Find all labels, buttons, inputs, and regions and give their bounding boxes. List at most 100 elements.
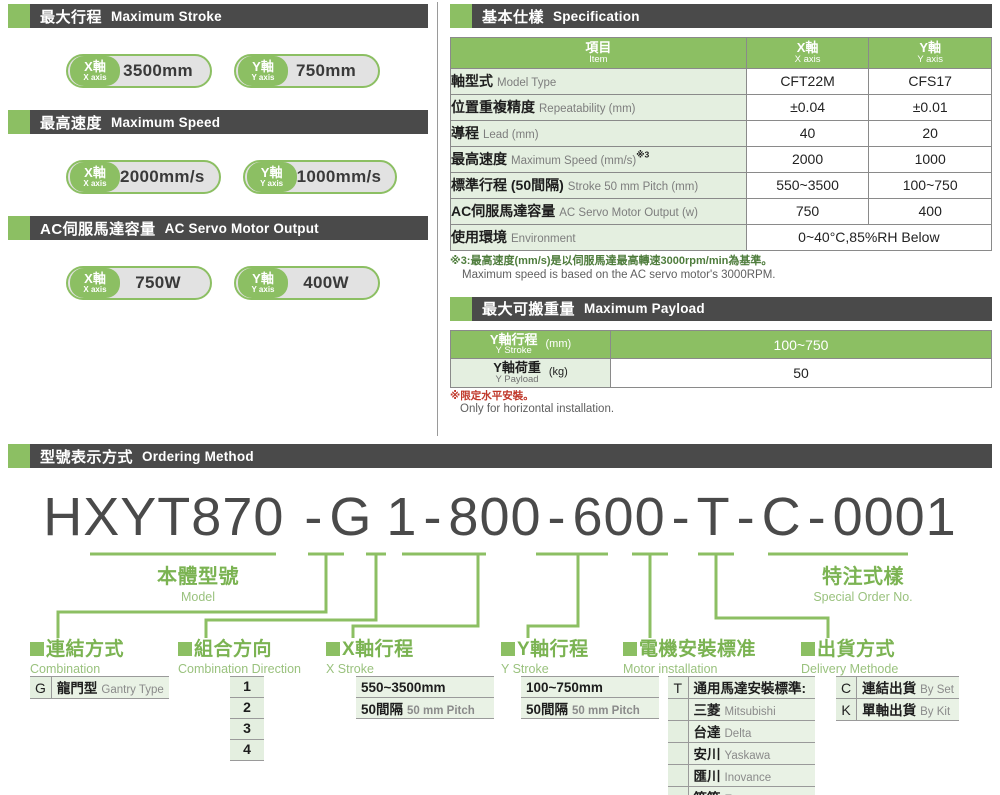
combination-option-row[interactable]: G 龍門型 Gantry Type (30, 676, 169, 699)
group-label-direction: 組合方向 Combination Direction (178, 634, 301, 676)
table-header-row: 項目 Item X軸 X axis Y軸 Y axis (450, 37, 992, 69)
table-row: 導程 Lead (mm) 40 20 (450, 119, 992, 147)
col-header-x-axis: X軸 X axis (745, 37, 870, 69)
delivery-option-row[interactable]: C 連結出貨 By Set (836, 676, 960, 699)
code-x-stroke: 800 (448, 487, 542, 547)
group-label-model-en: Model (180, 590, 216, 604)
motor-option-desc: 匯川 Inovance (688, 764, 815, 787)
direction-option-row[interactable]: 4 (230, 739, 264, 761)
direction-option-value: 3 (230, 718, 264, 740)
specification-note: ※3:最高速度(mm/s)是以伺服馬達最高轉速3000rpm/min為基準。 M… (450, 255, 992, 283)
motor-option-row[interactable]: .台達Delta (668, 720, 815, 743)
payload-label-cell: Y軸荷重 Y Payload (kg) (450, 358, 611, 388)
motor-option-row[interactable]: .安川Yaskawa (668, 742, 815, 765)
motor-option-key: . (668, 720, 689, 743)
right-column: 基本仕樣 Specification 項目 Item X軸 X axis Y軸 (450, 4, 993, 415)
table-row: 最高速度 Maximum Speed (mm/s)※3 2000 1000 (450, 145, 992, 173)
y-stroke-value: 750mm (295, 61, 357, 80)
code-dash-4: - (671, 487, 691, 547)
section-title-en: Maximum Stroke (111, 8, 222, 24)
delivery-option-key: K (836, 698, 858, 721)
spec-item-en: Repeatability (mm) (539, 103, 636, 116)
spec-item-en: AC Servo Motor Output (w) (559, 207, 698, 220)
delivery-option-key: C (836, 676, 858, 699)
x-axis-badge-cn: X軸 (84, 271, 106, 286)
ordering-diagram: HXYT870- G 1-800-600- T - C -0001 本體型號 M… (8, 468, 992, 795)
spec-value-x: 550~3500 (745, 171, 870, 199)
spec-item-en: Maximum Speed (mm/s) (511, 155, 637, 168)
bullet-square-icon (801, 642, 815, 656)
direction-option-row[interactable]: 1 (230, 676, 264, 698)
spec-value-cell: 0~40°C,85%RH Below (745, 223, 993, 251)
group-label-y-stroke-cn: Y軸行程 (517, 639, 589, 660)
y-stroke-option-row[interactable]: 50間隔 50 mm Pitch (521, 697, 659, 719)
option-table-direction: 1234 (230, 676, 264, 761)
spec-item-cell: 位置重複精度 Repeatability (mm) (450, 93, 747, 121)
header-bar: 最大行程 Maximum Stroke (30, 4, 428, 28)
direction-options-body: 1234 (230, 676, 264, 761)
x-axis-badge-en: X axis (83, 73, 107, 82)
x-stroke-option-value: 50間隔 50 mm Pitch (356, 697, 494, 719)
x-axis-badge: X軸 X axis (70, 56, 120, 86)
header-bar: 最大可搬重量 Maximum Payload (472, 296, 992, 321)
y-axis-badge: Y軸 Y axis (238, 56, 288, 86)
spec-item-cell: 使用環境 Environment (450, 223, 747, 251)
header-swatch-icon (8, 444, 30, 468)
x-stroke-option-row[interactable]: 550~3500mm (356, 676, 494, 698)
code-y-stroke: 600 (572, 487, 666, 547)
group-label-special: 特注式樣 Special Order No. (768, 560, 958, 604)
x-stroke-option-row[interactable]: 50間隔 50 mm Pitch (356, 697, 494, 719)
combination-option-key: G (30, 676, 52, 699)
spec-value-x: 2000 (745, 145, 870, 173)
spec-item-cn: 標準行程 (50間隔) (451, 177, 564, 194)
motor-option-row[interactable]: .等等Etc (668, 786, 815, 795)
payload-label-cn: Y軸行程 (489, 331, 538, 347)
y-axis-badge-en: Y axis (251, 285, 275, 294)
left-column: 最大行程 Maximum Stroke X軸 X axis 3500mm Y軸 … (8, 4, 428, 300)
motor-option-row[interactable]: .匯川Inovance (668, 764, 815, 787)
direction-option-row[interactable]: 3 (230, 718, 264, 740)
motor-option-row[interactable]: .三菱Mitsubishi (668, 698, 815, 721)
direction-option-row[interactable]: 2 (230, 697, 264, 719)
spec-value-x: ±0.04 (745, 93, 870, 121)
y-axis-badge-cn: Y軸 (260, 165, 283, 180)
spec-item-cn: 導程 (451, 125, 479, 142)
col-header-y-en: Y axis (917, 53, 944, 65)
code-combination: G (329, 487, 373, 547)
y-stroke-options-body: 100~750mm 50間隔 50 mm Pitch (521, 676, 659, 719)
code-model: HXYT870 (43, 487, 285, 547)
code-motor: T (696, 487, 731, 547)
col-header-item-en: Item (589, 53, 608, 65)
group-label-x-stroke-en: X Stroke (326, 662, 374, 676)
ordering-method-section: 型號表示方式 Ordering Method HXYT870- G 1-800-60… (8, 444, 992, 795)
x-speed-value: 2000mm/s (120, 167, 205, 186)
group-label-motor-en: Motor installation (623, 662, 718, 676)
motor-option-desc: 安川 Yaskawa (688, 742, 815, 765)
model-code: HXYT870- G 1-800-600- T - C -0001 (8, 486, 992, 548)
motor-option-desc: 通用馬達安裝標準: (688, 676, 815, 699)
spec-note-cn: ※3:最高速度(mm/s)是以伺服馬達最高轉速3000rpm/min為基準。 (450, 254, 773, 267)
group-label-y-stroke-en: Y Stroke (501, 662, 549, 676)
y-speed-value: 1000mm/s (296, 167, 382, 186)
delivery-option-row[interactable]: K 單軸出貨 By Kit (836, 698, 960, 721)
spec-value-y: ±0.01 (868, 93, 992, 121)
spec-item-en: Environment (511, 233, 576, 246)
section-title-en: AC Servo Motor Output (164, 220, 319, 236)
header-bar: 基本仕樣 Specification (472, 4, 992, 28)
motor-options-body: T通用馬達安裝標準:.三菱Mitsubishi.台達Delta.安川Yaskaw… (668, 676, 815, 795)
code-dash-6: - (807, 487, 827, 547)
max-stroke-pills: X軸 X axis 3500mm Y軸 Y axis 750mm (8, 28, 428, 88)
group-label-x-stroke-cn: X軸行程 (342, 639, 414, 660)
code-dash-5: - (736, 487, 756, 547)
group-label-motor-cn: 電機安裝標准 (639, 639, 757, 660)
direction-option-value: 1 (230, 676, 264, 698)
motor-option-row[interactable]: T 通用馬達安裝標準: (668, 676, 815, 699)
payload-label-en: Y Payload (495, 373, 539, 385)
motor-output-block: AC伺服馬達容量 AC Servo Motor Output X軸 X axis… (8, 216, 428, 300)
y-stroke-option-row[interactable]: 100~750mm (521, 676, 659, 698)
column-divider (437, 2, 438, 436)
col-header-item-cn: 項目 (585, 40, 612, 55)
motor-option-desc: 三菱 Mitsubishi (688, 698, 815, 721)
payload-table: Y軸行程 Y Stroke (mm) 100~750 Y軸荷重 Y Payload (kg)… (450, 329, 992, 388)
spec-value-y: 1000 (868, 145, 992, 173)
